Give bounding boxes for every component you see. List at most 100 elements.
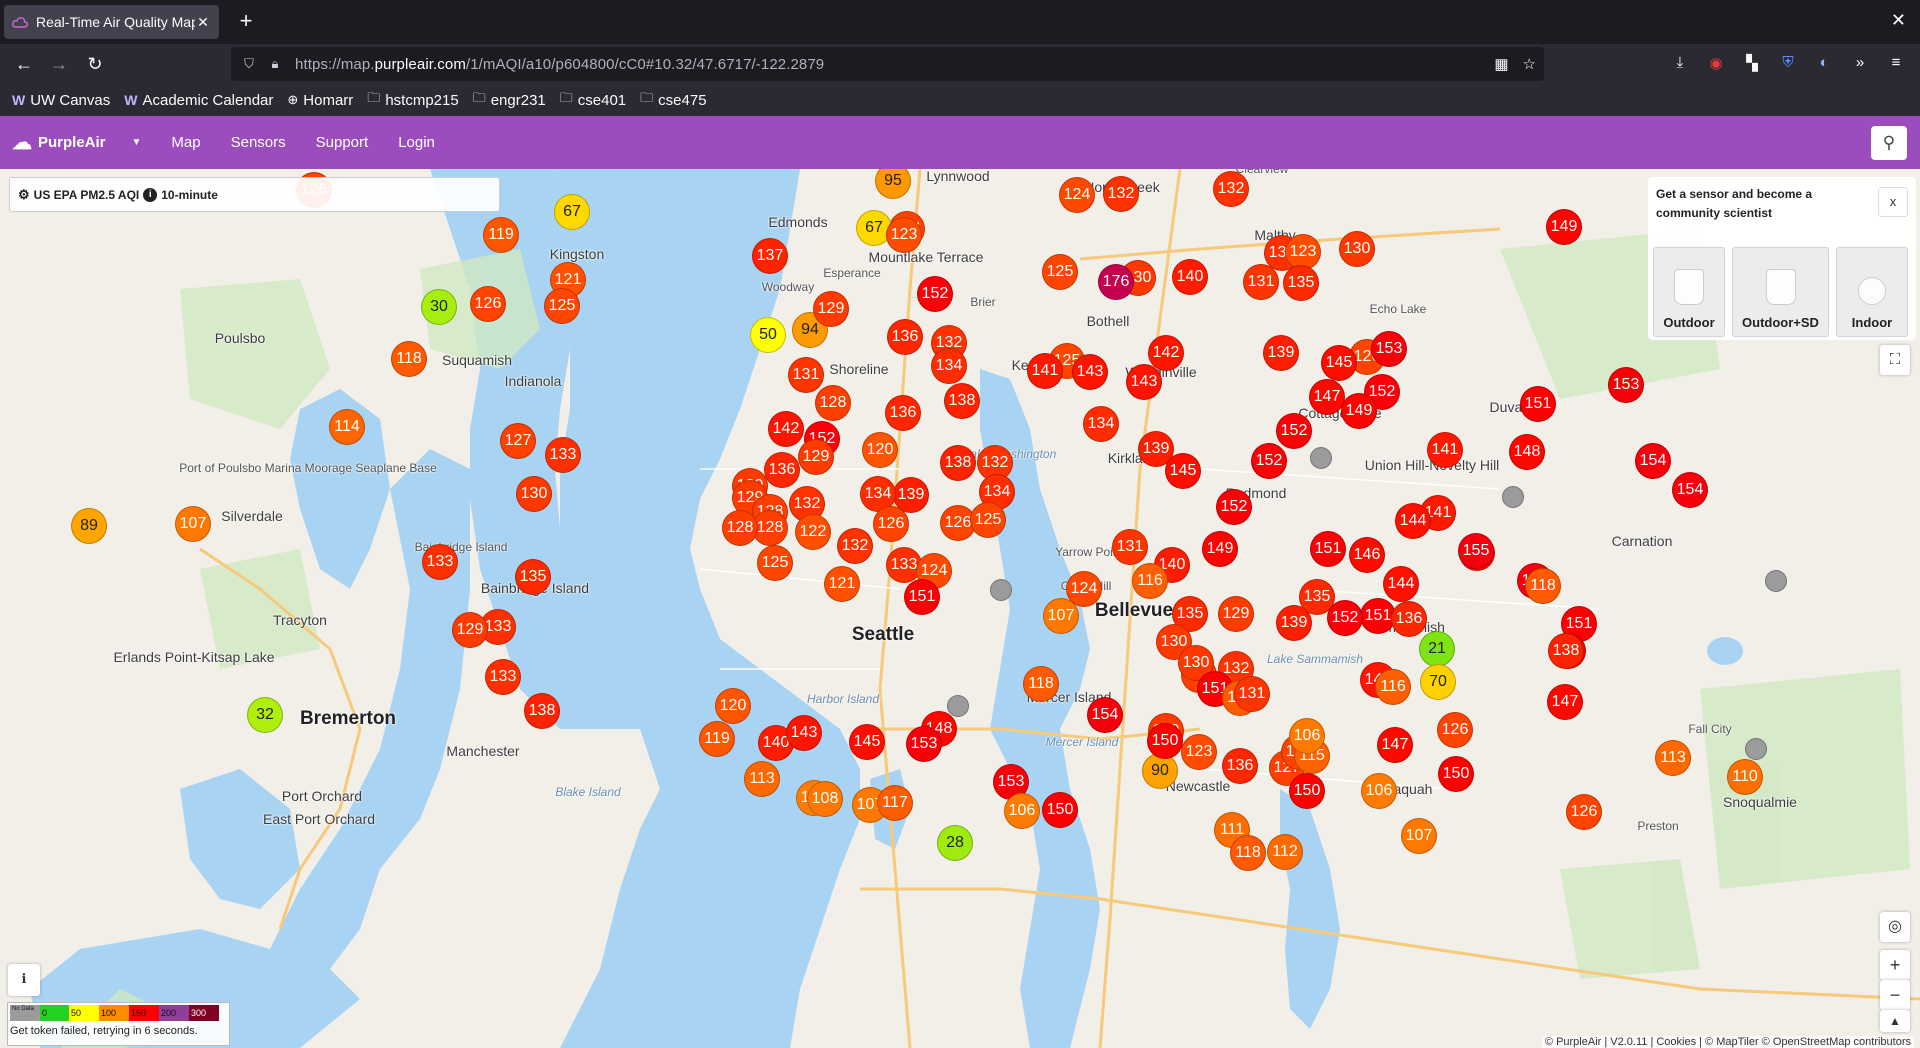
- sensor-marker[interactable]: 118: [1023, 666, 1059, 702]
- sensor-marker[interactable]: 136: [885, 395, 921, 431]
- extension-blue-icon[interactable]: ◐: [1806, 54, 1842, 72]
- sensor-marker[interactable]: 147: [1377, 727, 1413, 763]
- hamburger-menu-icon[interactable]: ≡: [1878, 54, 1914, 72]
- sensor-marker[interactable]: 136: [887, 319, 923, 355]
- sensor-marker[interactable]: 129: [813, 291, 849, 327]
- sensor-marker[interactable]: 152: [1216, 489, 1252, 525]
- shield-icon[interactable]: ⛉: [241, 56, 257, 72]
- sensor-marker[interactable]: 153: [1371, 331, 1407, 367]
- sensor-marker[interactable]: 107: [1043, 598, 1079, 634]
- sensor-marker-no-data[interactable]: [1310, 447, 1332, 469]
- sensor-marker[interactable]: 132: [837, 528, 873, 564]
- sensor-marker[interactable]: 136: [1391, 601, 1427, 637]
- sensor-marker[interactable]: 113: [744, 761, 780, 797]
- sensor-marker-no-data[interactable]: [1502, 486, 1524, 508]
- fullscreen-icon[interactable]: ⛶: [1880, 345, 1910, 375]
- sensor-marker[interactable]: 129: [798, 439, 834, 475]
- sensor-marker[interactable]: 110: [1727, 759, 1763, 795]
- sensor-marker[interactable]: 134: [1083, 406, 1119, 442]
- sensor-marker-no-data[interactable]: [1745, 738, 1767, 760]
- sensor-marker[interactable]: 129: [452, 612, 488, 648]
- sensor-marker[interactable]: 154: [1635, 443, 1671, 479]
- sensor-marker[interactable]: 147: [1309, 379, 1345, 415]
- aqi-settings-panel[interactable]: ⚙ US EPA PM2.5 AQI i 10-minute: [9, 177, 500, 212]
- locate-icon[interactable]: ◎: [1880, 912, 1910, 942]
- bookmark-folder-hstcmp215[interactable]: 🗀 hstcmp215: [367, 89, 458, 111]
- sensor-marker[interactable]: 119: [483, 217, 519, 253]
- sensor-marker[interactable]: 152: [1327, 600, 1363, 636]
- sensor-marker[interactable]: 106: [1289, 718, 1325, 754]
- sensor-marker[interactable]: 120: [715, 688, 751, 724]
- sensor-marker[interactable]: 149: [1341, 393, 1377, 429]
- sensor-marker[interactable]: 151: [904, 579, 940, 615]
- menu-sensors[interactable]: Sensors: [231, 134, 286, 151]
- compass-icon[interactable]: ▲: [1880, 1010, 1910, 1032]
- sensor-marker[interactable]: 128: [815, 385, 851, 421]
- sensor-marker[interactable]: 123: [886, 217, 922, 253]
- zoom-in-button[interactable]: +: [1880, 950, 1910, 980]
- bookmark-uw-canvas[interactable]: W UW Canvas: [12, 92, 110, 109]
- sensor-marker[interactable]: 146: [1349, 537, 1385, 573]
- sensor-marker[interactable]: 133: [422, 544, 458, 580]
- sensor-marker[interactable]: 133: [545, 437, 581, 473]
- sensor-marker[interactable]: 127: [500, 423, 536, 459]
- sensor-marker[interactable]: 138: [1548, 633, 1584, 669]
- menu-support[interactable]: Support: [316, 134, 369, 151]
- sensor-marker[interactable]: 125: [970, 502, 1006, 538]
- sensor-marker[interactable]: 123: [1181, 734, 1217, 770]
- sensor-marker[interactable]: 70: [1420, 664, 1456, 700]
- gear-icon[interactable]: ⚙: [18, 187, 30, 203]
- purpleair-logo[interactable]: ☁ PurpleAir: [12, 130, 106, 155]
- sensor-marker[interactable]: 119: [699, 721, 735, 757]
- search-icon[interactable]: ⚲: [1871, 126, 1907, 160]
- sensor-marker[interactable]: 28: [937, 825, 973, 861]
- sensor-marker[interactable]: 138: [944, 383, 980, 419]
- sensor-marker-no-data[interactable]: [990, 579, 1012, 601]
- lock-icon[interactable]: 🔒︎: [267, 56, 283, 72]
- sensor-marker[interactable]: 151: [1310, 531, 1346, 567]
- sensor-marker[interactable]: 148: [1509, 434, 1545, 470]
- sensor-marker[interactable]: 143: [1072, 354, 1108, 390]
- sensor-marker[interactable]: 121: [824, 566, 860, 602]
- qr-code-icon[interactable]: ▦: [1494, 55, 1508, 73]
- sensor-marker[interactable]: 154: [1672, 472, 1708, 508]
- sensor-marker[interactable]: 132: [1213, 171, 1249, 207]
- sensor-marker[interactable]: 154: [1087, 697, 1123, 733]
- sensor-marker[interactable]: 147: [1547, 684, 1583, 720]
- sensor-marker[interactable]: 126: [1437, 712, 1473, 748]
- info-icon[interactable]: i: [143, 187, 158, 202]
- sensor-marker[interactable]: 114: [329, 409, 365, 445]
- sensor-marker[interactable]: 141: [1027, 353, 1063, 389]
- sensor-marker[interactable]: 125: [1042, 254, 1078, 290]
- window-close-icon[interactable]: ✕: [1891, 10, 1906, 31]
- product-indoor[interactable]: Indoor: [1836, 247, 1908, 337]
- sensor-marker[interactable]: 126: [470, 286, 506, 322]
- sensor-marker[interactable]: 143: [786, 715, 822, 751]
- sensor-marker[interactable]: 95: [875, 169, 911, 199]
- sensor-marker[interactable]: 136: [764, 452, 800, 488]
- sensor-marker[interactable]: 153: [1608, 367, 1644, 403]
- product-outdoor-sd[interactable]: Outdoor+SD: [1732, 247, 1829, 337]
- sensor-marker[interactable]: 143: [1126, 364, 1162, 400]
- menu-login[interactable]: Login: [398, 134, 435, 151]
- sensor-marker[interactable]: 21: [1419, 631, 1455, 667]
- forward-arrow-icon[interactable]: →: [47, 52, 71, 76]
- sensor-marker[interactable]: 106: [1361, 773, 1397, 809]
- sensor-marker[interactable]: 106: [1004, 793, 1040, 829]
- bookmark-star-icon[interactable]: ☆: [1523, 55, 1536, 73]
- map-attribution[interactable]: © PurpleAir | V2.0.11 | Cookies | © MapT…: [1541, 1036, 1914, 1048]
- overflow-chevron-icon[interactable]: »: [1842, 54, 1878, 72]
- promo-close-button[interactable]: x: [1878, 187, 1908, 217]
- sensor-marker[interactable]: 116: [1375, 669, 1411, 705]
- sensor-marker[interactable]: 152: [1251, 443, 1287, 479]
- menu-map[interactable]: Map: [171, 134, 200, 151]
- sensor-marker[interactable]: 120: [862, 432, 898, 468]
- sensor-marker[interactable]: 131: [788, 357, 824, 393]
- back-arrow-icon[interactable]: ←: [12, 52, 36, 76]
- sensor-marker[interactable]: 135: [515, 559, 551, 595]
- sensor-marker[interactable]: 176: [1098, 264, 1134, 300]
- sensor-marker[interactable]: 129: [1218, 596, 1254, 632]
- download-icon[interactable]: ⤓: [1662, 54, 1698, 72]
- sensor-marker[interactable]: 142: [768, 411, 804, 447]
- sensor-marker[interactable]: 140: [1172, 259, 1208, 295]
